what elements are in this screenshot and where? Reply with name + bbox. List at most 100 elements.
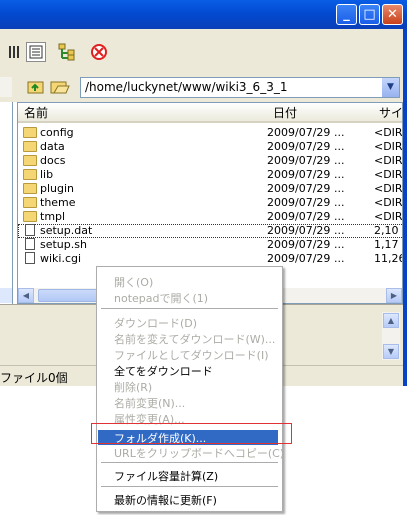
log-scrollbar[interactable]: ▲ ▼	[382, 312, 400, 360]
open-folder-icon[interactable]	[50, 79, 70, 95]
context-menu: 開く(O) notepadで開く(1) ダウンロード(D) 名前を変えてダウンロ…	[96, 266, 284, 512]
annotation-highlight-box	[91, 423, 292, 444]
file-name: config	[40, 126, 74, 139]
file-size: <DIR	[374, 140, 403, 153]
file-name: data	[40, 140, 65, 153]
file-size: <DIR	[374, 154, 403, 167]
status-text: ファイル0個	[0, 371, 68, 385]
toolbar	[0, 29, 403, 74]
file-size: 2,10	[374, 224, 399, 237]
column-header-date[interactable]: 日付	[267, 103, 373, 123]
close-button[interactable]: ✕	[382, 4, 403, 25]
file-date: 2009/07/29	[267, 168, 331, 181]
column-header-size[interactable]: サイ	[373, 103, 402, 123]
file-more: ...	[334, 224, 345, 237]
table-row[interactable]: config 2009/07/29 ... <DIR	[18, 126, 403, 140]
table-row[interactable]: setup.sh 2009/07/29 ... 1,17	[18, 238, 402, 252]
tree-icon[interactable]	[57, 42, 77, 62]
menu-item-delete[interactable]: 削除(R)	[114, 379, 152, 395]
file-more: ...	[334, 196, 345, 209]
folder-icon	[23, 197, 37, 208]
table-row[interactable]: data 2009/07/29 ... <DIR	[18, 140, 403, 154]
scroll-left-icon[interactable]: ◀	[18, 288, 34, 303]
file-icon	[25, 252, 35, 264]
file-date: 2009/07/29	[267, 182, 331, 195]
scroll-right-icon[interactable]: ▶	[386, 288, 402, 303]
menu-item-rename[interactable]: 名前変更(N)...	[114, 395, 185, 411]
scroll-up-icon[interactable]: ▲	[383, 313, 399, 328]
file-size: 1,17	[374, 238, 399, 251]
file-date: 2009/07/29	[267, 196, 331, 209]
folder-icon	[23, 141, 37, 152]
folder-icon	[23, 155, 37, 166]
scroll-down-icon[interactable]: ▼	[383, 344, 399, 359]
file-size: <DIR	[374, 182, 403, 195]
file-name: tmpl	[40, 210, 66, 223]
file-size: <DIR	[374, 126, 403, 139]
menu-separator	[101, 308, 278, 309]
left-pane	[0, 102, 13, 304]
table-row[interactable]: lib 2009/07/29 ... <DIR	[18, 168, 403, 182]
file-date: 2009/07/29	[267, 252, 331, 265]
file-name: setup.dat	[40, 224, 93, 237]
file-more: ...	[334, 140, 345, 153]
menu-item-calc-size[interactable]: ファイル容量計算(Z)	[114, 468, 218, 484]
menu-item-copy-url[interactable]: URLをクリップボードへコピー(C)	[114, 445, 284, 461]
minimize-button[interactable]: _	[336, 4, 357, 25]
file-name: wiki.cgi	[40, 252, 82, 265]
file-size: <DIR	[374, 196, 403, 209]
column-header-name[interactable]: 名前	[18, 103, 267, 123]
file-name: lib	[40, 168, 54, 181]
menu-item-open-notepad[interactable]: notepadで開く(1)	[114, 290, 208, 306]
menu-separator	[101, 486, 278, 487]
maximize-button[interactable]: □	[359, 4, 380, 25]
table-row[interactable]: tmpl 2009/07/29 ... <DIR	[18, 210, 403, 224]
menu-item-download-all[interactable]: 全てをダウンロード	[114, 363, 213, 379]
scroll-thumb[interactable]	[38, 289, 100, 302]
file-icon	[25, 238, 35, 250]
file-name: theme	[40, 196, 76, 209]
file-size: <DIR	[374, 210, 403, 223]
menu-separator	[101, 462, 278, 463]
file-more: ...	[334, 252, 345, 265]
file-more: ...	[334, 168, 345, 181]
title-bar: _ □ ✕	[0, 0, 407, 29]
list-view-icon[interactable]	[26, 42, 46, 62]
path-combobox[interactable]: /home/luckynet/www/wiki3_6_3_1 ▼	[80, 77, 400, 98]
table-row[interactable]: theme 2009/07/29 ... <DIR	[18, 196, 403, 210]
folder-icon	[23, 169, 37, 180]
chevron-down-icon[interactable]: ▼	[382, 78, 399, 97]
file-date: 2009/07/29	[267, 154, 331, 167]
file-more: ...	[334, 238, 345, 251]
file-date: 2009/07/29	[267, 126, 331, 139]
file-date: 2009/07/29	[267, 210, 331, 223]
left-scroll-up[interactable]	[0, 77, 12, 97]
table-row[interactable]: docs 2009/07/29 ... <DIR	[18, 154, 403, 168]
table-row[interactable]: wiki.cgi 2009/07/29 ... 11,26	[18, 252, 403, 266]
file-name: docs	[40, 154, 66, 167]
menu-item-download-rename[interactable]: 名前を変えてダウンロード(W)...	[114, 331, 275, 347]
folder-icon	[23, 127, 37, 138]
file-name: setup.sh	[40, 238, 87, 251]
table-row[interactable]: plugin 2009/07/29 ... <DIR	[18, 182, 403, 196]
menu-item-open[interactable]: 開く(O)	[114, 274, 153, 290]
stop-icon[interactable]	[89, 42, 109, 62]
details-view-icon[interactable]	[6, 42, 26, 62]
menu-item-download[interactable]: ダウンロード(D)	[114, 315, 197, 331]
file-more: ...	[334, 182, 345, 195]
table-row[interactable]: setup.dat 2009/07/29 ... 2,10	[18, 224, 402, 238]
file-date: 2009/07/29	[267, 238, 331, 251]
menu-item-refresh[interactable]: 最新の情報に更新(F)	[114, 492, 217, 508]
file-date: 2009/07/29	[267, 140, 331, 153]
file-size: 11,26	[374, 252, 403, 265]
file-date: 2009/07/29	[267, 224, 331, 237]
path-input[interactable]: /home/luckynet/www/wiki3_6_3_1	[85, 80, 287, 94]
window-frame	[403, 29, 407, 386]
parent-folder-icon[interactable]	[27, 79, 45, 95]
file-name: plugin	[40, 182, 75, 195]
menu-item-download-as-file[interactable]: ファイルとしてダウンロード(I)	[114, 347, 269, 363]
file-size: <DIR	[374, 168, 403, 181]
file-more: ...	[334, 210, 345, 223]
left-scroll-down[interactable]	[0, 288, 12, 303]
file-more: ...	[334, 126, 345, 139]
